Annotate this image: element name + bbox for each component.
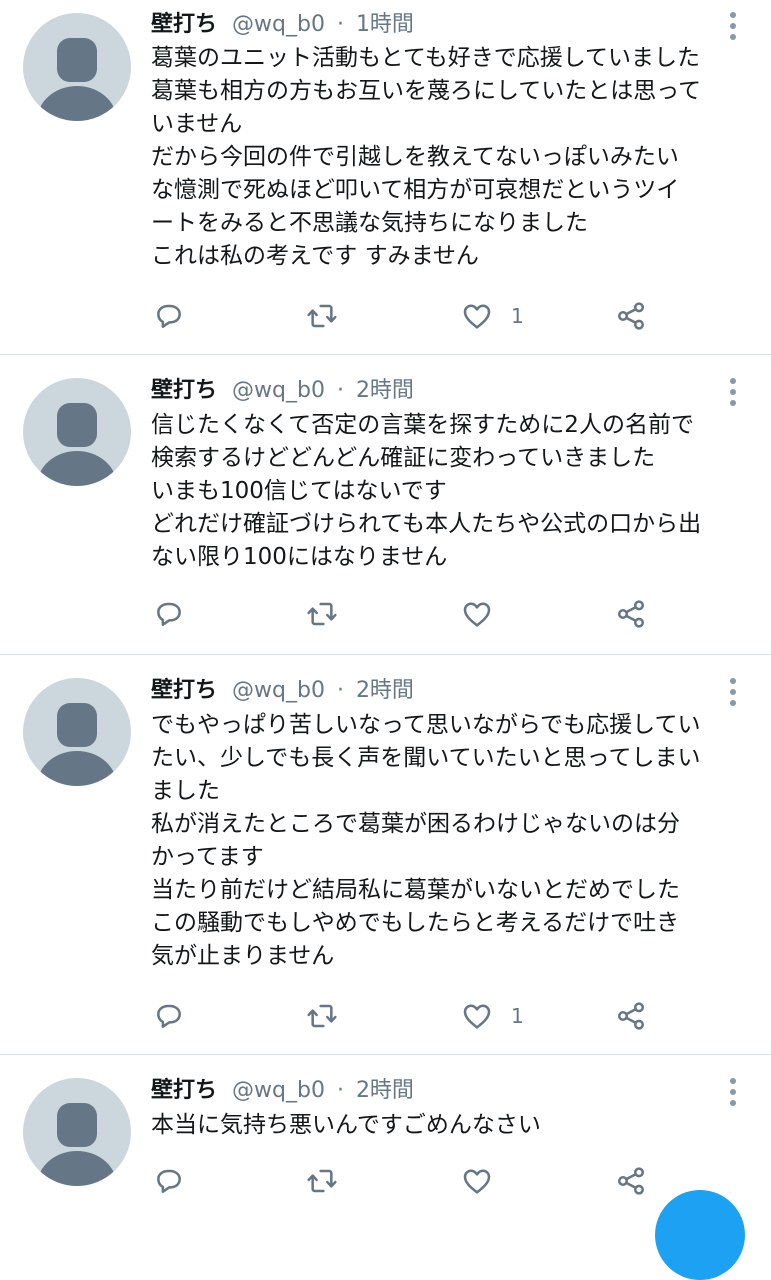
- tweet-text-line: 当たり前だけど結局私に葛葉がいないとだめでした: [151, 877, 680, 903]
- avatar[interactable]: [23, 378, 131, 486]
- tweet-text-line: たい、少しでも長く声を聞いていたいと思ってしまい: [151, 745, 701, 771]
- reply-icon[interactable]: [153, 300, 185, 332]
- retweet-icon[interactable]: [306, 1000, 338, 1032]
- avatar-head-shape: [57, 38, 97, 82]
- tweet-text-line: ない限り100にはなりません: [151, 544, 448, 570]
- tweet-text: でもやっぱり苦しいなって思いながらでも応援してい たい、少しでも長く声を聞いてい…: [151, 709, 761, 973]
- tweet-header: 壁打ち @wq_b0 · 2時間: [151, 374, 414, 408]
- share-icon[interactable]: [615, 300, 647, 332]
- compose-button[interactable]: [655, 1190, 745, 1280]
- tweet[interactable]: 壁打ち @wq_b0 · 1時間 葛葉のユニット活動もとても好きで応援していまし…: [0, 0, 771, 355]
- user-handle[interactable]: @wq_b0: [232, 678, 325, 703]
- display-name[interactable]: 壁打ち: [151, 378, 217, 403]
- timestamp[interactable]: 2時間: [356, 1078, 414, 1103]
- retweet-icon[interactable]: [306, 300, 338, 332]
- reply-icon[interactable]: [153, 1165, 185, 1197]
- avatar-body-shape: [37, 1151, 117, 1186]
- tweet-text: 信じたくなくて否定の言葉を探すために2人の名前で 検索するけどどんどん確証に変わ…: [151, 409, 761, 574]
- tweet-text-line: いません: [151, 111, 243, 137]
- avatar[interactable]: [23, 678, 131, 786]
- reply-icon[interactable]: [153, 1000, 185, 1032]
- like-icon[interactable]: [461, 1165, 493, 1197]
- separator-dot: ·: [336, 678, 344, 703]
- tweet-text-line: でもやっぱり苦しいなって思いながらでも応援してい: [151, 712, 701, 738]
- user-handle[interactable]: @wq_b0: [232, 1078, 325, 1103]
- tweet-text-line: いまも100信じてはないです: [151, 478, 447, 504]
- avatar-body-shape: [37, 451, 117, 486]
- tweet-text-line: ートをみると不思議な気持ちになりました: [151, 210, 588, 236]
- tweet-text-line: だから今回の件で引越しを教えてないっぽいみたい: [151, 144, 679, 170]
- like-icon[interactable]: [461, 300, 493, 332]
- avatar[interactable]: [23, 1078, 131, 1186]
- retweet-icon[interactable]: [306, 598, 338, 630]
- timestamp[interactable]: 2時間: [356, 678, 414, 703]
- like-count: 1: [511, 304, 524, 328]
- tweet[interactable]: 壁打ち @wq_b0 · 2時間 信じたくなくて否定の言葉を探すために2人の名前…: [0, 355, 771, 655]
- tweet-header: 壁打ち @wq_b0 · 2時間: [151, 674, 414, 708]
- more-icon[interactable]: [728, 378, 738, 408]
- tweet-text-line: 信じたくなくて否定の言葉を探すために2人の名前で: [151, 412, 694, 438]
- tweet-text: 葛葉のユニット活動もとても好きで応援していました 葛葉も相方の方もお互いを蔑ろに…: [151, 42, 761, 273]
- display-name[interactable]: 壁打ち: [151, 12, 217, 37]
- like-count: 1: [511, 1004, 524, 1028]
- tweet-text-line: この騒動でもしやめでもしたらと考えるだけで吐き: [151, 910, 680, 936]
- tweet-text-line: どれだけ確証づけられても本人たちや公式の口から出: [151, 511, 702, 537]
- avatar-head-shape: [57, 703, 97, 747]
- avatar-body-shape: [37, 751, 117, 786]
- tweet[interactable]: 壁打ち @wq_b0 · 2時間 でもやっぱり苦しいなって思いながらでも応援して…: [0, 655, 771, 1055]
- like-icon[interactable]: [461, 1000, 493, 1032]
- retweet-icon[interactable]: [306, 1165, 338, 1197]
- tweet-header: 壁打ち @wq_b0 · 2時間: [151, 1074, 414, 1108]
- display-name[interactable]: 壁打ち: [151, 1078, 217, 1103]
- share-icon[interactable]: [615, 1165, 647, 1197]
- reply-icon[interactable]: [153, 598, 185, 630]
- tweet-text-line: ました: [151, 778, 220, 804]
- share-icon[interactable]: [615, 1000, 647, 1032]
- user-handle[interactable]: @wq_b0: [232, 12, 325, 37]
- more-icon[interactable]: [728, 678, 738, 708]
- tweet-text: 本当に気持ち悪いんですごめんなさい: [151, 1109, 761, 1142]
- like-icon[interactable]: [461, 598, 493, 630]
- share-icon[interactable]: [615, 598, 647, 630]
- tweet-text-line: 葛葉も相方の方もお互いを蔑ろにしていたとは思って: [151, 78, 702, 104]
- avatar-body-shape: [37, 86, 117, 121]
- more-icon[interactable]: [728, 1078, 738, 1108]
- tweet-text-line: 私が消えたところで葛葉が困るわけじゃないのは分: [151, 811, 680, 837]
- tweet-text-line: かってます: [151, 844, 264, 870]
- tweet-text-line: 葛葉のユニット活動もとても好きで応援していました: [151, 45, 701, 71]
- tweet[interactable]: 壁打ち @wq_b0 · 2時間 本当に気持ち悪いんですごめんなさい: [0, 1055, 771, 1200]
- timestamp[interactable]: 1時間: [356, 12, 414, 37]
- avatar-head-shape: [57, 1103, 97, 1147]
- separator-dot: ·: [336, 1078, 344, 1103]
- display-name[interactable]: 壁打ち: [151, 678, 217, 703]
- separator-dot: ·: [336, 378, 344, 403]
- tweet-header: 壁打ち @wq_b0 · 1時間: [151, 8, 414, 42]
- avatar[interactable]: [23, 13, 131, 121]
- tweet-text-line: な憶測で死ぬほど叩いて相方が可哀想だというツイ: [151, 177, 680, 203]
- more-icon[interactable]: [728, 12, 738, 42]
- separator-dot: ·: [336, 12, 344, 37]
- avatar-head-shape: [57, 403, 97, 447]
- user-handle[interactable]: @wq_b0: [232, 378, 325, 403]
- tweet-text-line: 本当に気持ち悪いんですごめんなさい: [151, 1112, 541, 1138]
- tweet-text-line: これは私の考えです すみません: [151, 243, 479, 269]
- tweet-text-line: 検索するけどどんどん確証に変わっていきました: [151, 445, 656, 471]
- tweet-text-line: 気が止まりません: [151, 943, 335, 969]
- timestamp[interactable]: 2時間: [356, 378, 414, 403]
